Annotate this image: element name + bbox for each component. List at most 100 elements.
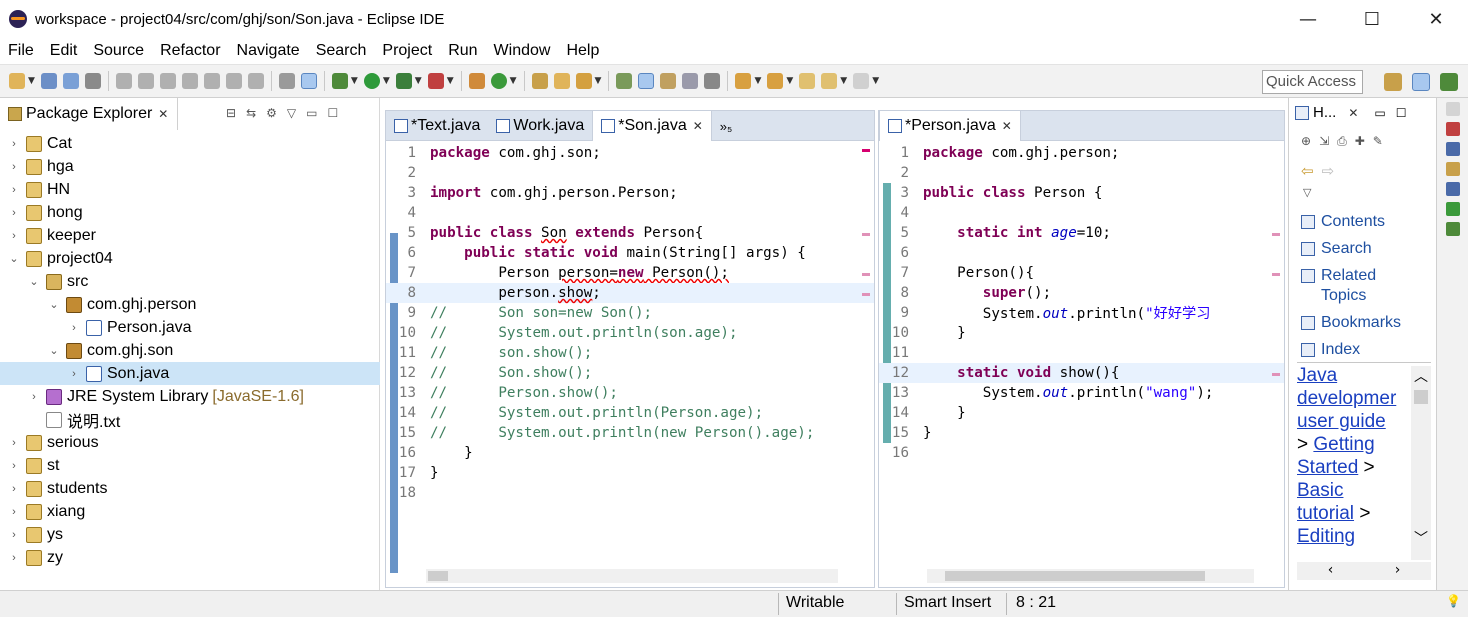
- chevron-right-icon[interactable]: ›: [8, 138, 20, 150]
- chevron-right-icon[interactable]: ›: [68, 368, 80, 380]
- code-line[interactable]: 6 public static void main(String[] args)…: [386, 243, 874, 263]
- tree-item[interactable]: › xiang: [0, 500, 380, 523]
- tree-item[interactable]: ⌄ project04: [0, 247, 380, 270]
- chevron-right-icon[interactable]: ›: [8, 184, 20, 196]
- bookmark-add-icon[interactable]: ✚: [1355, 134, 1365, 149]
- external-tools-icon[interactable]: [427, 73, 444, 89]
- tree-item[interactable]: › hong: [0, 201, 380, 224]
- code-line[interactable]: 9 // Son son=new Son();: [386, 303, 874, 323]
- tree-item[interactable]: › hga: [0, 155, 380, 178]
- help-tab[interactable]: H... ✕ ▭ ☐: [1295, 104, 1407, 121]
- code-line[interactable]: 11: [879, 343, 1284, 363]
- help-link-related[interactable]: Related: [1301, 267, 1376, 285]
- debug-perspective-icon[interactable]: [1440, 73, 1458, 91]
- java-perspective-icon[interactable]: [1412, 73, 1430, 91]
- chevron-down-icon[interactable]: ▼: [786, 76, 793, 86]
- problems-icon[interactable]: [1445, 122, 1460, 136]
- code-line[interactable]: 1 package com.ghj.son;: [386, 143, 874, 163]
- close-icon[interactable]: ✕: [158, 107, 168, 121]
- scrollbar-thumb[interactable]: [428, 571, 448, 581]
- code-line[interactable]: 9 System.out.println("好好学习: [879, 303, 1284, 323]
- tree-item[interactable]: › Person.java: [0, 316, 380, 339]
- step-over-icon[interactable]: [225, 73, 242, 89]
- tree-item[interactable]: 说明.txt: [0, 408, 380, 431]
- scroll-right-icon[interactable]: ›: [1395, 562, 1401, 580]
- progress-icon[interactable]: [1445, 202, 1460, 216]
- scroll-down-icon[interactable]: ﹀: [1411, 528, 1431, 548]
- menu-help[interactable]: Help: [558, 42, 607, 60]
- tree-item[interactable]: › st: [0, 454, 380, 477]
- tree-item[interactable]: ⌄ com.ghj.son: [0, 339, 380, 362]
- menu-window[interactable]: Window: [486, 42, 559, 60]
- scroll-left-icon[interactable]: ‹: [1328, 562, 1334, 580]
- chevron-right-icon[interactable]: ›: [8, 483, 20, 495]
- forward-icon[interactable]: [853, 73, 870, 89]
- next-annotation-icon[interactable]: [735, 73, 752, 89]
- code-line[interactable]: 17}: [386, 463, 874, 483]
- code-line[interactable]: 13 // Person.show();: [386, 383, 874, 403]
- tree-item[interactable]: › keeper: [0, 224, 380, 247]
- menu-project[interactable]: Project: [374, 42, 440, 60]
- search-tool-icon[interactable]: [575, 73, 592, 89]
- open-type-icon[interactable]: [531, 73, 548, 89]
- tree-item[interactable]: › Son.java: [0, 362, 380, 385]
- show-in-contents-icon[interactable]: ⇲: [1319, 134, 1329, 149]
- chevron-right-icon[interactable]: ›: [8, 506, 20, 518]
- chevron-right-icon[interactable]: ›: [68, 322, 80, 334]
- code-line[interactable]: 10 // System.out.println(son.age);: [386, 323, 874, 343]
- chevron-down-icon[interactable]: ▼: [415, 76, 422, 86]
- forward-icon[interactable]: ⇨: [1322, 162, 1335, 180]
- code-line[interactable]: 2: [386, 163, 874, 183]
- resume-icon[interactable]: [115, 73, 132, 89]
- filter-icon[interactable]: ⚙: [266, 106, 277, 120]
- chevron-down-icon[interactable]: ▽: [1303, 186, 1311, 199]
- chevron-down-icon[interactable]: ⌄: [8, 252, 20, 265]
- code-line[interactable]: 7 Person person=new Person();: [386, 263, 874, 283]
- terminate-icon[interactable]: [159, 73, 176, 89]
- scroll-up-icon[interactable]: ︿: [1411, 366, 1431, 386]
- tree-item[interactable]: ⌄ src: [0, 270, 380, 293]
- close-icon[interactable]: ✕: [1348, 106, 1358, 120]
- code-line[interactable]: 2: [879, 163, 1284, 183]
- help-breadcrumb-link[interactable]: Basic: [1297, 480, 1343, 501]
- quick-access-input[interactable]: Quick Access: [1262, 70, 1363, 94]
- minimize-button[interactable]: —: [1276, 0, 1340, 38]
- use-step-filters-icon[interactable]: [300, 73, 317, 89]
- block-selection-icon[interactable]: [660, 73, 677, 89]
- tree-item[interactable]: › Cat: [0, 132, 380, 155]
- code-line[interactable]: 5 static int age=10;: [879, 223, 1284, 243]
- tree-item[interactable]: › zy: [0, 546, 380, 569]
- code-line[interactable]: 10 }: [879, 323, 1284, 343]
- tree-item[interactable]: › HN: [0, 178, 380, 201]
- menu-file[interactable]: File: [0, 42, 42, 60]
- suspend-icon[interactable]: [137, 73, 154, 89]
- code-editor-person[interactable]: 1 package com.ghj.person; 2 3 public class P…: [879, 143, 1284, 567]
- view-menu-icon[interactable]: ▽: [287, 106, 296, 120]
- chevron-down-icon[interactable]: ⌄: [48, 344, 60, 357]
- code-line[interactable]: 4: [386, 203, 874, 223]
- chevron-right-icon[interactable]: ›: [8, 437, 20, 449]
- code-line[interactable]: 12 // Son.show();: [386, 363, 874, 383]
- help-hscroll[interactable]: ‹ ›: [1297, 562, 1431, 580]
- new-icon[interactable]: [9, 73, 25, 89]
- link-with-editor-icon[interactable]: ⇆: [246, 106, 256, 120]
- horizontal-scrollbar[interactable]: [426, 569, 838, 583]
- collapse-all-icon[interactable]: ⊟: [226, 106, 236, 120]
- menu-navigate[interactable]: Navigate: [229, 42, 308, 60]
- chevron-right-icon[interactable]: ›: [8, 529, 20, 541]
- code-line[interactable]: 6: [879, 243, 1284, 263]
- save-all-icon[interactable]: [62, 73, 79, 89]
- help-breadcrumb-link[interactable]: Java: [1297, 365, 1337, 386]
- maximize-button[interactable]: ☐: [1340, 0, 1404, 38]
- package-explorer-tab[interactable]: Package Explorer ✕: [0, 98, 178, 130]
- toggle-mark-occurrences-icon[interactable]: [616, 73, 633, 89]
- chevron-right-icon[interactable]: ›: [8, 207, 20, 219]
- code-editor-son[interactable]: 1 package com.ghj.son; 2 3 import com.ghj.pe…: [386, 143, 874, 567]
- code-line[interactable]: 14 }: [879, 403, 1284, 423]
- chevron-down-icon[interactable]: ▼: [595, 76, 602, 86]
- maximize-view-icon[interactable]: ☐: [1396, 106, 1407, 120]
- chevron-down-icon[interactable]: ▼: [872, 76, 879, 86]
- code-line[interactable]: 16 }: [386, 443, 874, 463]
- run-icon[interactable]: [363, 73, 380, 89]
- menu-refactor[interactable]: Refactor: [152, 42, 228, 60]
